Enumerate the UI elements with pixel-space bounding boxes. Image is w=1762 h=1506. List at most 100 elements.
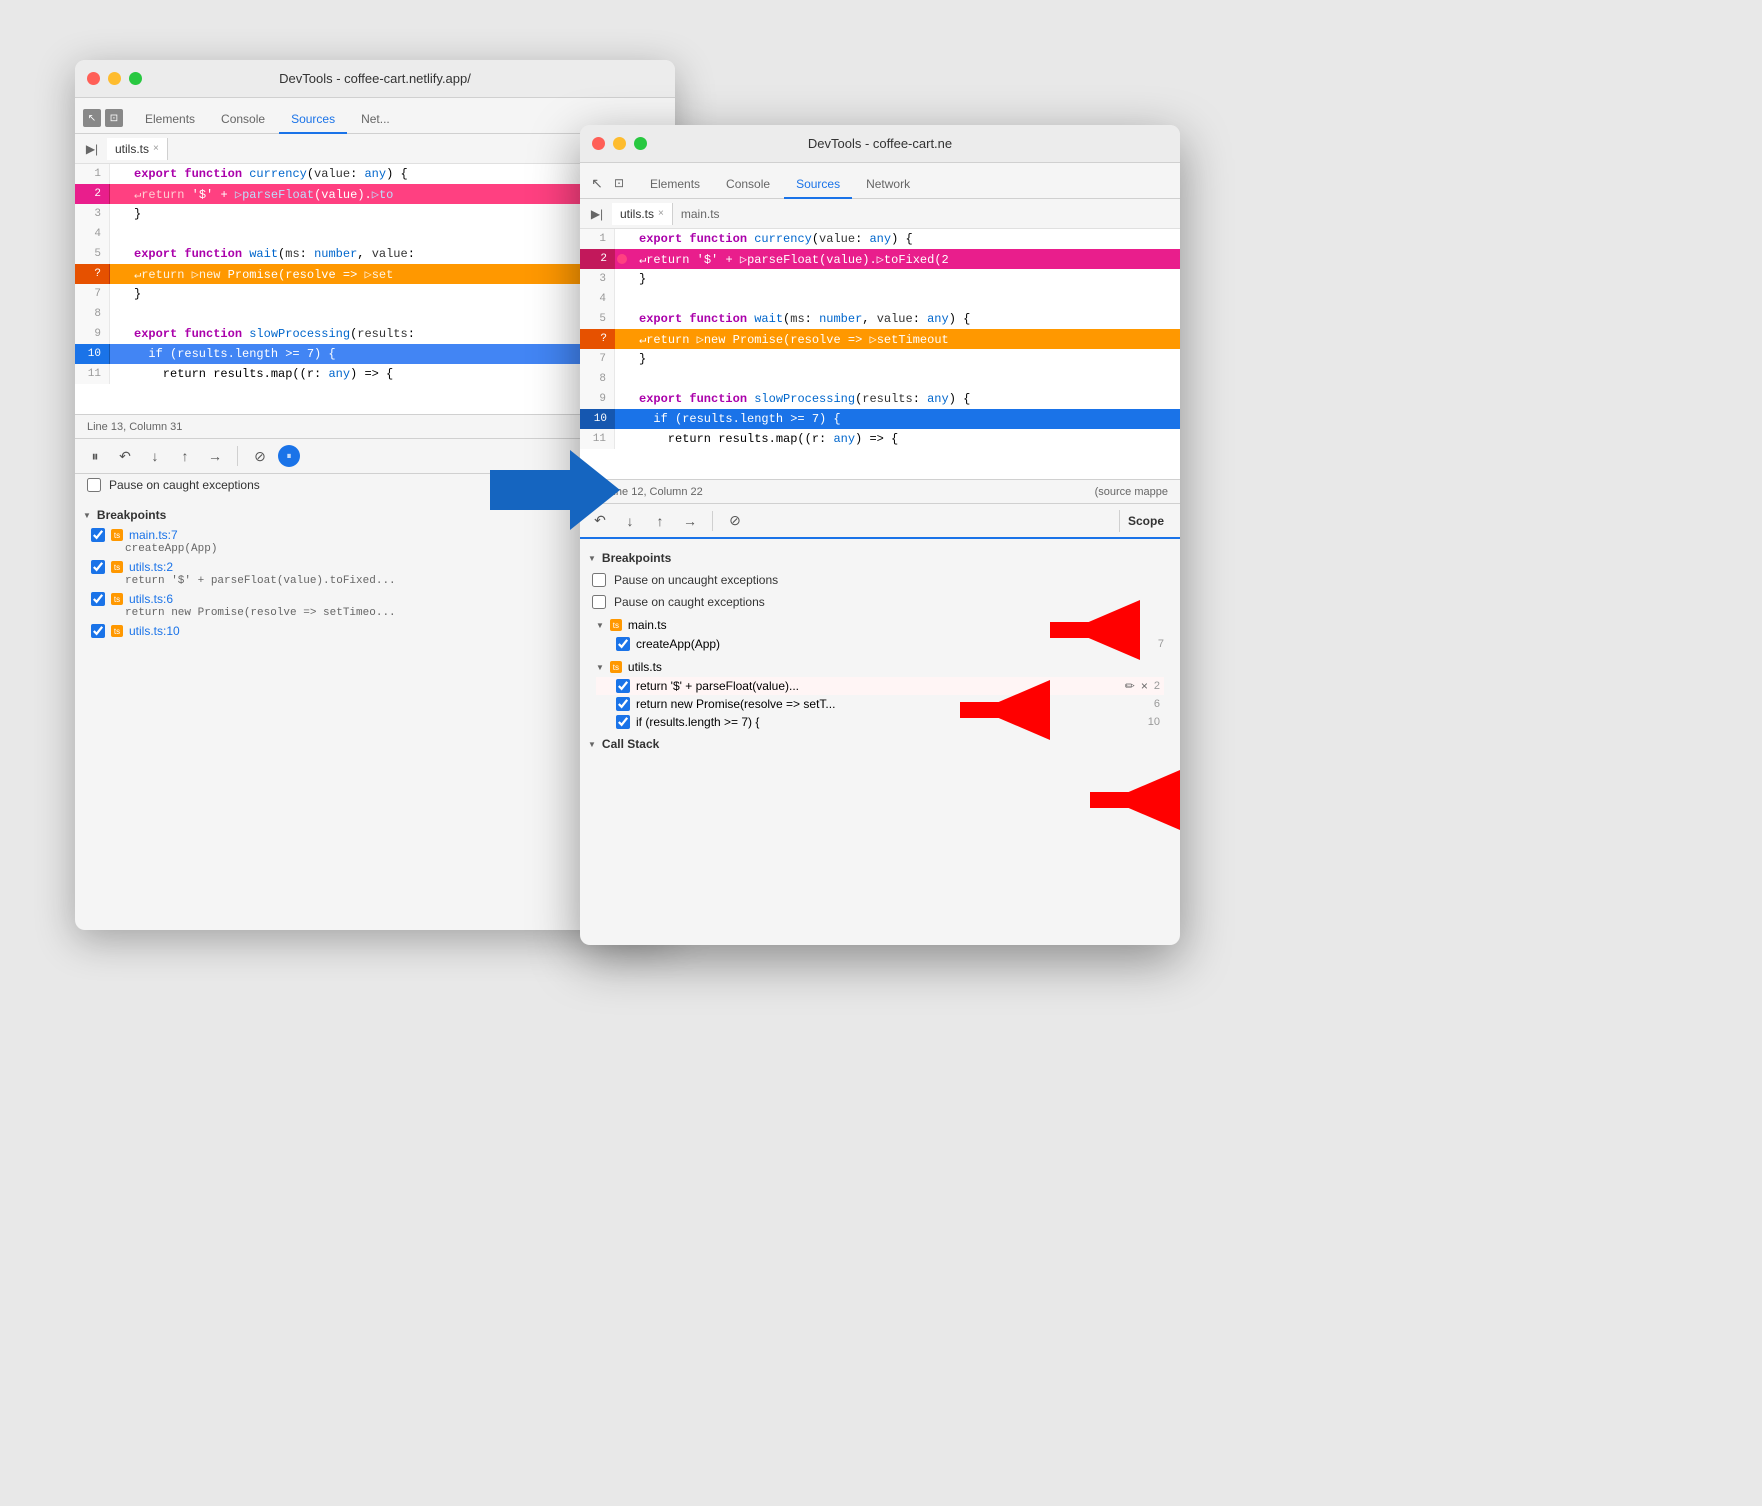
sidebar-toggle-bg[interactable]: ▶|: [83, 140, 101, 158]
step-out-btn-bg[interactable]: ↑: [173, 444, 197, 468]
step-btn-bg[interactable]: →: [203, 444, 227, 468]
bp-file-utils6-bg[interactable]: ts utils.ts:6: [91, 592, 659, 606]
edit-utils2-fg[interactable]: ✏: [1125, 679, 1135, 693]
step-into-btn-fg[interactable]: ↓: [618, 509, 642, 533]
code-line-3-fg: 3 }: [580, 269, 1180, 289]
file-tab-main-name-fg: main.ts: [681, 207, 720, 221]
pause-resume-btn-bg[interactable]: ⏸: [83, 444, 107, 468]
bp-file-icon-utils2-bg: ts: [111, 561, 123, 573]
tab-sources-fg[interactable]: Sources: [784, 171, 852, 199]
dock-icon-fg[interactable]: ⊡: [610, 174, 628, 192]
debugger-toolbar-fg: ↶ ↓ ↑ → ⊘ Scope: [580, 503, 1180, 539]
bp-createapp-code-fg: createApp(App): [636, 637, 720, 651]
close-button-bg[interactable]: [87, 72, 100, 85]
remove-utils2-fg[interactable]: ×: [1141, 679, 1148, 693]
sidebar-toggle-fg[interactable]: ▶|: [588, 205, 606, 223]
bp-filename-main-bg: main.ts:7: [129, 528, 178, 542]
bp-utils10-fg: if (results.length >= 7) { 10: [596, 713, 1164, 731]
file-tab-utils-fg[interactable]: utils.ts ×: [612, 203, 673, 225]
file-tab-utils-close-fg[interactable]: ×: [658, 208, 664, 219]
step-over-btn-bg[interactable]: ↶: [113, 444, 137, 468]
chevron-main-fg: ▼: [596, 621, 604, 630]
close-button-fg[interactable]: [592, 137, 605, 150]
scope-label-fg: Scope: [1119, 510, 1172, 532]
toolbar-sep1-fg: [712, 511, 713, 531]
maximize-button-fg[interactable]: [634, 137, 647, 150]
bp-utils2-checkbox-fg[interactable]: [616, 679, 630, 693]
tab-console-bg[interactable]: Console: [209, 106, 277, 134]
maximize-button-bg[interactable]: [129, 72, 142, 85]
step-btn-fg[interactable]: →: [678, 509, 702, 533]
code-line-7-fg: 7 }: [580, 349, 1180, 369]
chevron-utils-fg: ▼: [596, 663, 604, 672]
tab-console-fg[interactable]: Console: [714, 171, 782, 199]
window-title-bg: DevTools - coffee-cart.netlify.app/: [279, 71, 471, 86]
tab-network-bg[interactable]: Net...: [349, 106, 402, 134]
status-bar-fg: {} Line 12, Column 22 (source mappe: [580, 479, 1180, 503]
cursor-icon-fg[interactable]: ↖: [588, 174, 606, 192]
file-tab-utils-close-bg[interactable]: ×: [153, 143, 159, 154]
bp-file-utils2-bg[interactable]: ts utils.ts:2: [91, 560, 659, 574]
bp-utils2-line-fg: 2: [1154, 680, 1160, 692]
pause-caught-checkbox-bg[interactable]: [87, 478, 101, 492]
pause-caught-checkbox-fg[interactable]: [592, 595, 606, 609]
tab-network-fg[interactable]: Network: [854, 171, 922, 199]
bp-createapp-line-fg: 7: [1158, 638, 1164, 650]
window-controls-fg: [592, 137, 647, 150]
bp-filename-utils6-bg: utils.ts:6: [129, 592, 173, 606]
step-out-btn-fg[interactable]: ↑: [648, 509, 672, 533]
file-tab-utils-bg[interactable]: utils.ts ×: [107, 138, 168, 160]
bp-createapp-checkbox-fg[interactable]: [616, 637, 630, 651]
tab-elements-fg[interactable]: Elements: [638, 171, 712, 199]
window-title-fg: DevTools - coffee-cart.ne: [808, 136, 952, 151]
code-line-2-fg: 2 ↵return '$' + ▷parseFloat(value).▷toFi…: [580, 249, 1180, 269]
deactivate-btn-bg[interactable]: ⊘: [248, 444, 272, 468]
red-arrow-3: [1090, 770, 1180, 835]
red-arrow-2: [960, 680, 1050, 745]
cursor-icon-bg[interactable]: ↖: [83, 109, 101, 127]
file-tab-main-fg[interactable]: main.ts: [673, 203, 728, 225]
bp-filename-utils10-bg: utils.ts:10: [129, 624, 180, 638]
pause-btn-blue-bg[interactable]: ⏸: [278, 445, 300, 467]
code-line-6-fg: ? ↵return ▷new Promise(resolve => ▷setTi…: [580, 329, 1180, 349]
pause-caught-label-fg: Pause on caught exceptions: [614, 595, 765, 609]
bp-file-utils10-bg[interactable]: ts utils.ts:10: [91, 624, 659, 638]
bp-checkbox-main-bg[interactable]: [91, 528, 105, 542]
toolbar-sep1-bg: [237, 446, 238, 466]
bp-checkbox-utils10-bg[interactable]: [91, 624, 105, 638]
bp-utils10-checkbox-fg[interactable]: [616, 715, 630, 729]
bp-utils6-code-fg: return new Promise(resolve => setT...: [636, 697, 835, 711]
bp-code-utils2-bg: return '$' + parseFloat(value).toFixed..…: [91, 574, 659, 588]
window-controls-bg: [87, 72, 142, 85]
deactivate-btn-fg[interactable]: ⊘: [723, 509, 747, 533]
code-line-8-fg: 8: [580, 369, 1180, 389]
bp-utils6-checkbox-fg[interactable]: [616, 697, 630, 711]
titlebar-fg: DevTools - coffee-cart.ne: [580, 125, 1180, 163]
bp-code-main-bg: createApp(App): [91, 542, 659, 556]
step-into-btn-bg[interactable]: ↓: [143, 444, 167, 468]
bp-code-utils6-bg: return new Promise(resolve => setTimeo..…: [91, 606, 659, 620]
code-line-4-fg: 4: [580, 289, 1180, 309]
dock-icon-bg[interactable]: ⊡: [105, 109, 123, 127]
code-editor-fg: 1 export function currency(value: any) {…: [580, 229, 1180, 479]
tab-icons-bg: ↖ ⊡: [83, 109, 123, 133]
breakpoints-header-fg[interactable]: Breakpoints: [580, 547, 1180, 569]
utils-ts-icon-fg: ts: [610, 661, 622, 673]
bp-checkbox-utils6-bg[interactable]: [91, 592, 105, 606]
bp-file-icon-utils10-bg: ts: [111, 625, 123, 637]
pause-uncaught-checkbox-fg[interactable]: [592, 573, 606, 587]
minimize-button-bg[interactable]: [108, 72, 121, 85]
bp-utils10-code-fg: if (results.length >= 7) {: [636, 715, 759, 729]
file-tab-utils-name-bg: utils.ts: [115, 142, 149, 156]
call-stack-header-fg[interactable]: Call Stack: [580, 733, 1180, 755]
file-tab-utils-name-fg: utils.ts: [620, 207, 654, 221]
tab-elements-bg[interactable]: Elements: [133, 106, 207, 134]
blue-arrow: [490, 450, 620, 535]
source-map-label-fg: (source mappe: [1095, 486, 1168, 498]
code-line-1-fg: 1 export function currency(value: any) {: [580, 229, 1180, 249]
tab-sources-bg[interactable]: Sources: [279, 106, 347, 134]
minimize-button-fg[interactable]: [613, 137, 626, 150]
bp-checkbox-utils2-bg[interactable]: [91, 560, 105, 574]
bp-file-icon-utils6-bg: ts: [111, 593, 123, 605]
bp-utils2-code-fg: return '$' + parseFloat(value)...: [636, 679, 799, 693]
